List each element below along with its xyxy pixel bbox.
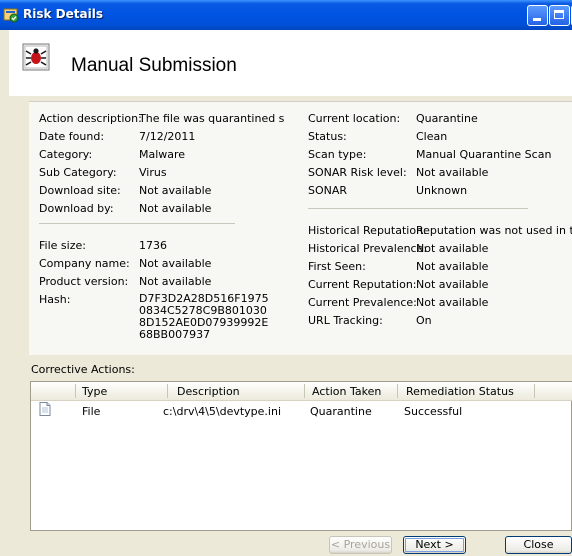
historical-prevalence-label: Historical Prevalence: — [308, 242, 428, 255]
current-location-label: Current location: — [308, 112, 401, 125]
right-separator — [308, 208, 528, 209]
close-button[interactable]: Close — [505, 536, 572, 554]
action-description-label: Action description: — [39, 112, 142, 125]
corrective-actions-list[interactable]: Type Description Action Taken Remediatio… — [30, 381, 572, 531]
window-title: Risk Details — [23, 7, 103, 21]
sonar-value: Unknown — [416, 184, 468, 197]
sub-category-label: Sub Category: — [39, 166, 117, 179]
app-icon — [3, 8, 19, 23]
current-reputation-label: Current Reputation: — [308, 278, 417, 291]
product-version-label: Product version: — [39, 275, 129, 288]
column-header-type[interactable]: Type — [82, 385, 107, 398]
file-size-label: File size: — [39, 239, 86, 252]
sonar-risk-level-value: Not available — [416, 166, 489, 179]
date-found-label: Date found: — [39, 130, 105, 143]
download-by-value: Not available — [139, 202, 212, 215]
download-site-value: Not available — [139, 184, 212, 197]
first-seen-label: First Seen: — [308, 260, 366, 273]
product-version-value: Not available — [139, 275, 212, 288]
risk-details-window: Risk Details Manual Submission Action de… — [0, 0, 572, 556]
download-by-label: Download by: — [39, 202, 114, 215]
current-location-value: Quarantine — [416, 112, 478, 125]
historical-reputation-value: Reputation was not used in this detectio… — [416, 224, 572, 237]
column-header-action-taken[interactable]: Action Taken — [312, 385, 381, 398]
corrective-actions-label: Corrective Actions: — [31, 363, 135, 376]
row-action-taken: Quarantine — [310, 405, 372, 418]
column-header-remediation-status[interactable]: Remediation Status — [406, 385, 514, 398]
hash-label: Hash: — [39, 293, 71, 306]
status-label: Status: — [308, 130, 347, 143]
sonar-label: SONAR — [308, 184, 348, 197]
header-panel: Manual Submission — [9, 30, 572, 96]
file-icon — [39, 402, 51, 416]
row-remediation-status: Successful — [404, 405, 463, 418]
current-prevalence-label: Current Prevalence: — [308, 296, 417, 309]
category-label: Category: — [39, 148, 93, 161]
url-tracking-label: URL Tracking: — [308, 314, 383, 327]
download-site-label: Download site: — [39, 184, 121, 197]
first-seen-value: Not available — [416, 260, 489, 273]
row-type: File — [82, 405, 101, 418]
scan-type-value: Manual Quarantine Scan — [416, 148, 552, 161]
company-name-value: Not available — [139, 257, 212, 270]
historical-prevalence-value: Not available — [416, 242, 489, 255]
left-separator — [39, 223, 235, 224]
scan-type-label: Scan type: — [308, 148, 367, 161]
row-description: c:\drv\4\5\devtype.ini — [163, 405, 282, 418]
hash-value: D7F3D2A28D516F19750834C5278C9B8010308D15… — [139, 292, 269, 341]
status-value: Clean — [416, 130, 448, 143]
maximize-button[interactable] — [549, 5, 570, 26]
company-name-label: Company name: — [39, 257, 130, 270]
category-value: Malware — [139, 148, 186, 161]
historical-reputation-label: Historical Reputation: — [308, 224, 427, 237]
risk-details-panel: Action description: The file was quarant… — [29, 101, 572, 355]
risk-bug-icon — [22, 43, 50, 71]
list-header: Type Description Action Taken Remediatio… — [31, 382, 572, 401]
minimize-button[interactable] — [527, 5, 548, 26]
title-bar[interactable]: Risk Details — [0, 0, 572, 30]
url-tracking-value: On — [416, 314, 432, 327]
date-found-value: 7/12/2011 — [139, 130, 196, 143]
sub-category-value: Virus — [139, 166, 167, 179]
file-size-value: 1736 — [139, 239, 167, 252]
column-header-description[interactable]: Description — [177, 385, 240, 398]
current-reputation-value: Not available — [416, 278, 489, 291]
action-description-value: The file was quarantined successfully — [139, 112, 284, 125]
page-title: Manual Submission — [71, 55, 237, 76]
previous-button[interactable]: < Previous — [329, 536, 392, 554]
current-prevalence-value: Not available — [416, 296, 489, 309]
sonar-risk-level-label: SONAR Risk level: — [308, 166, 407, 179]
next-button[interactable]: Next > — [403, 536, 466, 554]
